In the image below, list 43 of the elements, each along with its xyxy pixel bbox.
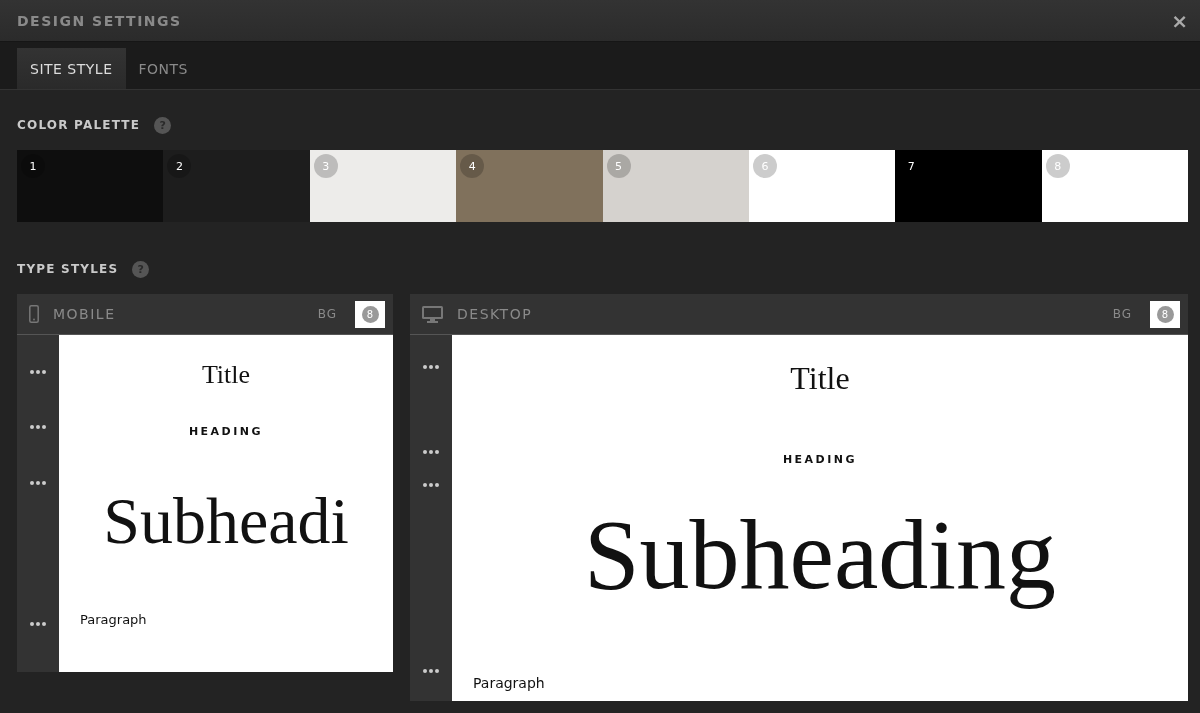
panel-label: MOBILE: [53, 306, 117, 322]
more-icon[interactable]: [423, 450, 439, 454]
more-icon[interactable]: [423, 669, 439, 673]
help-icon[interactable]: ?: [132, 260, 150, 278]
color-swatch[interactable]: 4: [456, 150, 603, 222]
tab[interactable]: SITE STYLE: [17, 48, 126, 89]
subheading-sample: Subheadi: [103, 488, 349, 554]
more-icon[interactable]: [423, 365, 439, 369]
bg-label: BG: [1112, 307, 1132, 321]
more-icon[interactable]: [30, 481, 46, 485]
panel-label: DESKTOP: [457, 306, 534, 322]
color-swatch[interactable]: 3: [309, 150, 457, 222]
phone-icon: [29, 305, 39, 323]
heading-sample: HEADING: [188, 425, 264, 438]
section-label: TYPE STYLES: [17, 262, 119, 276]
heading-sample: HEADING: [782, 453, 858, 466]
color-swatch[interactable]: 7: [895, 150, 1042, 222]
color-swatch[interactable]: 5: [602, 150, 749, 222]
more-icon[interactable]: [30, 370, 46, 374]
paragraph-sample: Paragraph: [80, 612, 147, 627]
swatch-number: 5: [606, 154, 631, 178]
title-sample: Title: [201, 360, 251, 390]
more-icon[interactable]: [423, 483, 439, 487]
help-icon[interactable]: ?: [154, 116, 172, 134]
color-swatch[interactable]: 1: [17, 150, 164, 222]
more-icon[interactable]: [30, 425, 46, 429]
monitor-icon: [422, 305, 443, 323]
swatch-number: 2: [167, 154, 192, 178]
more-icon[interactable]: [30, 622, 46, 626]
swatch-number: 8: [1156, 305, 1174, 323]
title-sample: Title: [790, 360, 850, 397]
swatch-number: 8: [361, 305, 379, 323]
section-label: COLOR PALETTE: [17, 118, 141, 132]
bg-swatch[interactable]: 8: [355, 300, 385, 328]
bg-label: BG: [317, 307, 337, 321]
tab[interactable]: FONTS: [125, 48, 201, 89]
bg-swatch[interactable]: 8: [1150, 300, 1180, 328]
color-swatch[interactable]: 2: [163, 150, 310, 222]
close-button[interactable]: ×: [1171, 8, 1188, 33]
swatch-number: 4: [460, 154, 485, 178]
window-title: DESIGN SETTINGS: [17, 12, 182, 29]
paragraph-sample: Paragraph: [473, 675, 545, 691]
swatch-number: 3: [313, 154, 338, 178]
